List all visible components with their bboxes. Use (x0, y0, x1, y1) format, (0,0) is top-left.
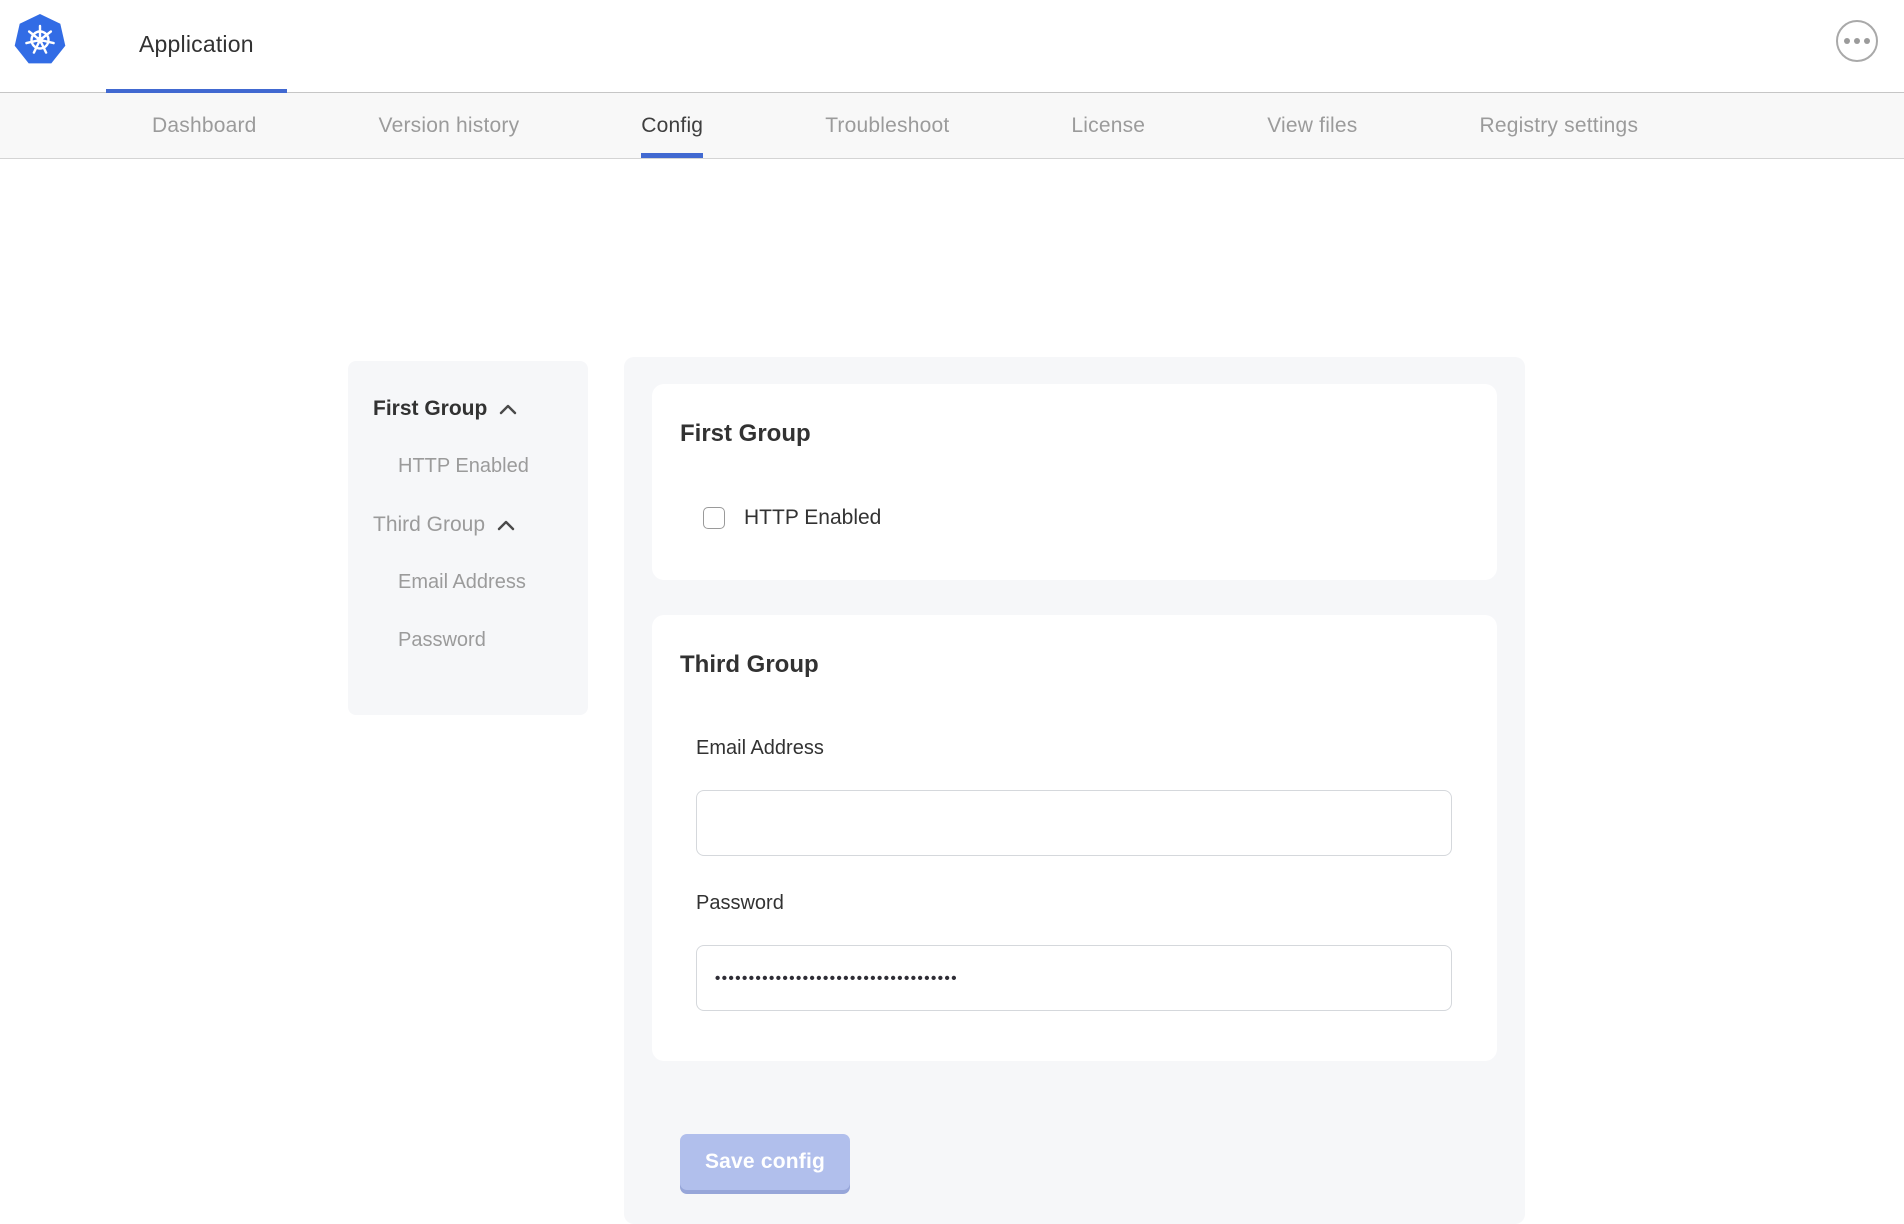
config-group-card-first-group: First Group HTTP Enabled (652, 384, 1497, 580)
config-nav-email-address[interactable]: Email Address (398, 571, 588, 594)
config-nav-password[interactable]: Password (398, 629, 588, 652)
config-nav-http-enabled[interactable]: HTTP Enabled (398, 455, 588, 478)
http-enabled-checkbox-row[interactable]: HTTP Enabled (703, 506, 1449, 530)
kubernetes-logo-icon (14, 14, 66, 66)
chevron-up-icon (499, 404, 517, 415)
field-label: Password (696, 892, 1449, 915)
tab-license[interactable]: License (1071, 93, 1145, 158)
app-tab-label: Application (139, 31, 254, 58)
tab-dashboard[interactable]: Dashboard (152, 93, 257, 158)
app-tab-application[interactable]: Application (106, 0, 287, 93)
save-config-button[interactable]: Save config (680, 1134, 850, 1190)
config-page: First Group HTTP Enabled Third Group Email … (0, 159, 1904, 1122)
tab-registry-settings[interactable]: Registry settings (1480, 93, 1639, 158)
group-title: Third Group (680, 651, 1449, 679)
config-nav-group-label: Third Group (373, 513, 485, 537)
field-email-address: Email Address (696, 737, 1449, 856)
tab-version-history[interactable]: Version history (379, 93, 520, 158)
config-nav-first-group[interactable]: First Group (373, 397, 588, 421)
password-input[interactable] (696, 945, 1452, 1011)
tab-troubleshoot[interactable]: Troubleshoot (825, 93, 949, 158)
ellipsis-menu-icon[interactable] (1836, 20, 1878, 62)
config-nav-group-label: First Group (373, 397, 487, 421)
chevron-up-icon (497, 520, 515, 531)
tab-config[interactable]: Config (641, 93, 703, 158)
config-nav-third-group[interactable]: Third Group (373, 513, 588, 537)
config-main-panel: First Group HTTP Enabled Third Group Email … (624, 357, 1525, 1224)
field-label: Email Address (696, 737, 1449, 760)
group-title: First Group (680, 420, 1449, 448)
tab-view-files[interactable]: View files (1267, 93, 1357, 158)
config-group-card-third-group: Third Group Email Address Password (652, 615, 1497, 1061)
http-enabled-checkbox[interactable] (703, 507, 725, 529)
config-group-sidebar: First Group HTTP Enabled Third Group Email … (348, 361, 588, 715)
app-subnav: Dashboard Version history Config Troublesho… (0, 93, 1904, 159)
field-password: Password (696, 892, 1449, 1011)
checkbox-label: HTTP Enabled (744, 506, 881, 530)
top-header: Application (0, 0, 1904, 93)
email-address-input[interactable] (696, 790, 1452, 856)
